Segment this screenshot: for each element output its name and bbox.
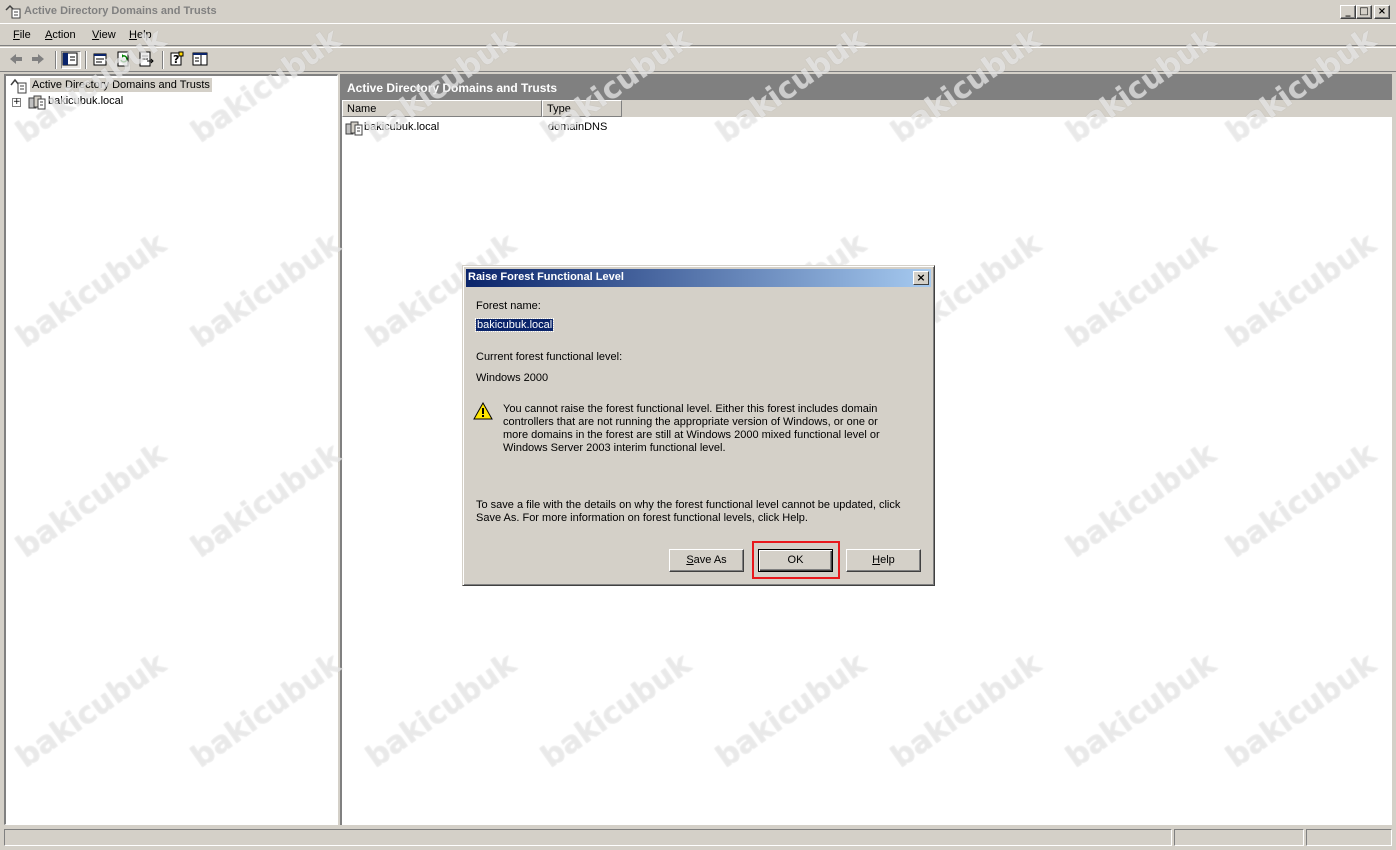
menu-bar: File Action View Help bbox=[0, 25, 1396, 46]
toolbar: ? bbox=[0, 47, 1396, 72]
menu-help-label: elp bbox=[136, 29, 152, 41]
forest-name-value[interactable]: bakicubuk.local bbox=[474, 318, 555, 332]
properties-button[interactable] bbox=[92, 51, 112, 69]
console-tree-pane[interactable]: Active Directory Domains and Trusts + ba… bbox=[4, 74, 338, 825]
show-hide-tree-icon bbox=[62, 52, 78, 66]
minimize-icon: _ bbox=[1345, 6, 1351, 17]
ad-domains-trusts-app-icon[interactable] bbox=[4, 4, 22, 20]
action-pane-button[interactable] bbox=[192, 51, 212, 69]
ad-domains-trusts-icon bbox=[10, 78, 27, 94]
minimize-button[interactable]: _ bbox=[1340, 5, 1356, 19]
forest-name-label: Forest name: bbox=[476, 300, 541, 312]
export-list-button[interactable] bbox=[138, 51, 158, 69]
toolbar-separator bbox=[55, 51, 57, 69]
close-icon: × bbox=[1377, 6, 1387, 17]
back-arrow-icon bbox=[10, 54, 22, 64]
menu-view[interactable]: View bbox=[92, 29, 116, 41]
help-label: elp bbox=[880, 554, 895, 566]
back-button[interactable] bbox=[7, 51, 27, 69]
help-dialog-button[interactable]: Help bbox=[846, 549, 921, 572]
column-header-type[interactable]: Type bbox=[542, 100, 622, 117]
toolbar-separator bbox=[85, 51, 87, 69]
status-cell-tertiary bbox=[1306, 829, 1392, 846]
refresh-button[interactable] bbox=[115, 51, 135, 69]
current-level-value: Windows 2000 bbox=[476, 372, 549, 384]
dialog-title-bar[interactable]: Raise Forest Functional Level × bbox=[466, 269, 931, 287]
properties-icon bbox=[93, 53, 107, 66]
refresh-icon bbox=[117, 51, 129, 67]
save-as-label: ave As bbox=[693, 554, 727, 566]
menu-file-label: ile bbox=[19, 29, 31, 41]
expand-icon[interactable]: + bbox=[12, 98, 21, 107]
menu-view-label: iew bbox=[99, 29, 116, 41]
domain-icon bbox=[28, 95, 46, 110]
tree-root-label: Active Directory Domains and Trusts bbox=[30, 78, 212, 92]
menu-action-label: ction bbox=[52, 29, 76, 41]
window-title: Active Directory Domains and Trusts bbox=[24, 5, 217, 17]
menu-help[interactable]: Help bbox=[129, 29, 152, 41]
warning-icon bbox=[473, 402, 493, 420]
export-list-icon bbox=[139, 51, 154, 67]
status-cell-main bbox=[4, 829, 1172, 846]
help-icon: ? bbox=[170, 51, 184, 66]
help-accesskey: H bbox=[872, 554, 881, 566]
row-type-cell: domainDNS bbox=[548, 121, 608, 133]
show-hide-console-tree-button[interactable] bbox=[61, 51, 81, 69]
close-icon: × bbox=[916, 271, 926, 284]
menu-action[interactable]: Action bbox=[45, 29, 76, 41]
dialog-title: Raise Forest Functional Level bbox=[468, 271, 624, 283]
save-info-message: To save a file with the details on why t… bbox=[476, 499, 901, 524]
status-cell-secondary bbox=[1174, 829, 1304, 846]
dialog-close-button[interactable]: × bbox=[913, 271, 929, 285]
maximize-button[interactable]: □ bbox=[1356, 5, 1372, 19]
forward-arrow-icon bbox=[32, 54, 44, 64]
tree-item-domain-label: bakicubuk.local bbox=[48, 95, 124, 107]
save-as-button[interactable]: Save As bbox=[669, 549, 744, 572]
column-header-bar: Name Type bbox=[342, 100, 1392, 117]
menu-file[interactable]: File bbox=[13, 29, 31, 41]
help-button[interactable]: ? bbox=[169, 51, 189, 69]
menu-file-accesskey: F bbox=[13, 29, 20, 41]
status-bar bbox=[0, 826, 1396, 850]
mmc-pane-icon bbox=[192, 52, 208, 66]
column-header-name[interactable]: Name bbox=[342, 100, 542, 117]
raise-forest-functional-level-dialog[interactable]: Raise Forest Functional Level × Forest n… bbox=[462, 265, 935, 586]
current-level-label: Current forest functional level: bbox=[476, 351, 623, 363]
close-window-button[interactable]: × bbox=[1374, 5, 1390, 19]
save-as-accesskey: S bbox=[686, 554, 694, 566]
results-header: Active Directory Domains and Trusts bbox=[342, 76, 1392, 100]
warning-message: You cannot raise the forest functional l… bbox=[503, 403, 880, 454]
maximize-icon: □ bbox=[1359, 6, 1369, 17]
menu-help-accesskey: H bbox=[129, 29, 137, 41]
main-title-bar[interactable]: Active Directory Domains and Trusts _ □ … bbox=[0, 0, 1396, 24]
table-row[interactable]: bakicubuk.local domainDNS bbox=[342, 120, 1392, 136]
toolbar-separator bbox=[162, 51, 164, 69]
forward-button[interactable] bbox=[29, 51, 49, 69]
row-name-cell: bakicubuk.local bbox=[364, 121, 440, 133]
domain-icon bbox=[345, 121, 363, 136]
ok-button-highlight-box bbox=[752, 541, 840, 579]
svg-text:?: ? bbox=[173, 53, 179, 66]
